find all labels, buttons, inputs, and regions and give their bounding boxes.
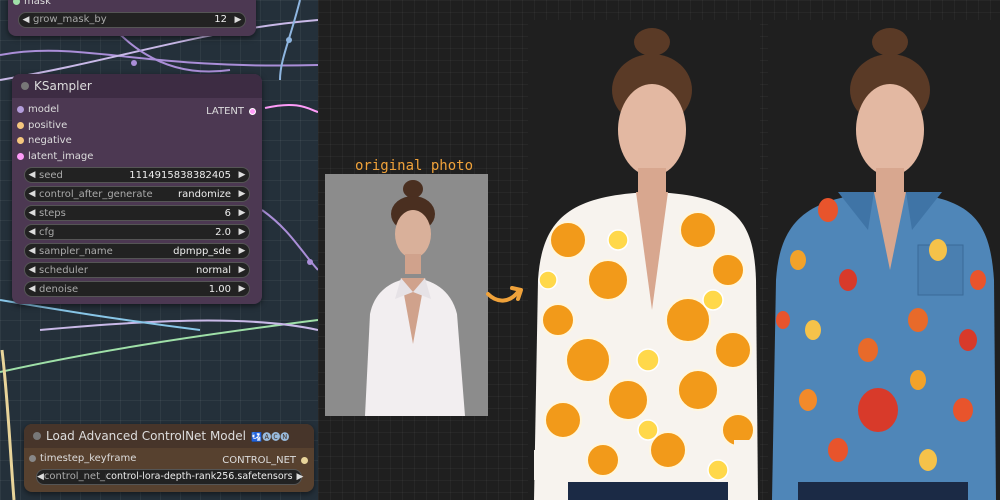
increment-arrow-icon[interactable]: ▶ bbox=[235, 170, 249, 180]
model-socket[interactable] bbox=[17, 106, 24, 113]
decrement-arrow-icon[interactable]: ◀ bbox=[25, 227, 39, 237]
input-label: timestep_keyframe bbox=[40, 453, 137, 465]
increment-arrow-icon[interactable]: ▶ bbox=[235, 265, 249, 275]
arrow-right-icon bbox=[486, 286, 523, 303]
negative-socket[interactable] bbox=[17, 137, 24, 144]
widget-control-after-generate[interactable]: ◀ control_after_generate randomize ▶ bbox=[24, 186, 250, 202]
increment-arrow-icon[interactable]: ▶ bbox=[235, 189, 249, 199]
widget-label: control_after_generate bbox=[39, 188, 153, 200]
node-badge: 🛂🅐🅒🅝 bbox=[250, 432, 290, 443]
original-photo-label: original photo bbox=[355, 158, 474, 174]
input-label: negative bbox=[28, 135, 72, 147]
increment-arrow-icon[interactable]: ▶ bbox=[235, 227, 249, 237]
decrement-arrow-icon[interactable]: ◀ bbox=[25, 189, 39, 199]
widget-cfg[interactable]: ◀ cfg 2.0 ▶ bbox=[24, 224, 250, 240]
widget-label: sampler_name bbox=[39, 245, 113, 257]
result-photo-balloon-shirt bbox=[768, 20, 1000, 500]
decrement-arrow-icon[interactable]: ◀ bbox=[25, 170, 39, 180]
output-label: CONTROL_NET bbox=[222, 455, 296, 466]
decrement-arrow-icon[interactable]: ◀ bbox=[25, 208, 39, 218]
grow-mask-node[interactable]: mask ◀ grow_mask_by 12 ▶ bbox=[8, 0, 256, 36]
mask-input-row: mask bbox=[8, 0, 256, 10]
node-graph-canvas[interactable]: mask ◀ grow_mask_by 12 ▶ KSampler model … bbox=[0, 0, 318, 500]
original-photo bbox=[325, 174, 488, 416]
widget-value: control-lora-depth-rank256.safetensors bbox=[105, 471, 293, 482]
input-latent-image: latent_image bbox=[12, 149, 262, 165]
widget-label: denoise bbox=[39, 283, 79, 295]
timestep-socket[interactable] bbox=[29, 455, 36, 462]
widget-label: cfg bbox=[39, 226, 55, 238]
node-title-bar[interactable]: KSampler bbox=[12, 74, 262, 98]
latent-output-socket[interactable] bbox=[249, 108, 256, 115]
widget-control-net-name[interactable]: ◀ control_net_name control-lora-depth-ra… bbox=[36, 468, 304, 485]
node-title-bar[interactable]: Load Advanced ControlNet Model 🛂🅐🅒🅝 bbox=[24, 424, 314, 448]
widget-seed[interactable]: ◀ seed 1114915838382405 ▶ bbox=[24, 167, 250, 183]
mask-socket[interactable] bbox=[13, 0, 20, 5]
positive-socket[interactable] bbox=[17, 121, 24, 129]
widget-label: control_net_name bbox=[43, 471, 106, 482]
widget-value: 2.0 bbox=[215, 226, 231, 238]
output-latent: LATENT bbox=[206, 106, 256, 117]
widget-denoise[interactable]: ◀ denoise 1.00 ▶ bbox=[24, 281, 250, 297]
result-photo-orange-shirt bbox=[528, 20, 760, 500]
widget-value: normal bbox=[195, 264, 231, 276]
widget-scheduler[interactable]: ◀ scheduler normal ▶ bbox=[24, 262, 250, 278]
increment-arrow-icon[interactable]: ▶ bbox=[297, 472, 304, 482]
input-label: positive bbox=[28, 119, 68, 131]
collapse-dot-icon[interactable] bbox=[33, 432, 41, 440]
collapse-dot-icon[interactable] bbox=[21, 82, 29, 90]
input-timestep-keyframe: timestep_keyframe CONTROL_NET bbox=[24, 451, 314, 467]
increment-arrow-icon[interactable]: ▶ bbox=[235, 284, 249, 294]
input-negative: negative bbox=[12, 133, 262, 149]
mask-label: mask bbox=[24, 0, 51, 8]
increment-arrow-icon[interactable]: ▶ bbox=[231, 15, 245, 25]
decrement-arrow-icon[interactable]: ◀ bbox=[25, 284, 39, 294]
decrement-arrow-icon[interactable]: ◀ bbox=[37, 472, 44, 482]
increment-arrow-icon[interactable]: ▶ bbox=[235, 246, 249, 256]
controlnet-loader-node[interactable]: Load Advanced ControlNet Model 🛂🅐🅒🅝 time… bbox=[24, 424, 314, 492]
widget-steps[interactable]: ◀ steps 6 ▶ bbox=[24, 205, 250, 221]
input-label: latent_image bbox=[28, 150, 94, 162]
ksampler-node[interactable]: KSampler model LATENT positive negative … bbox=[12, 74, 262, 304]
grow-mask-widget[interactable]: ◀ grow_mask_by 12 ▶ bbox=[18, 11, 246, 28]
input-model: model LATENT bbox=[12, 102, 262, 118]
node-title: KSampler bbox=[34, 79, 92, 93]
decrement-arrow-icon[interactable]: ◀ bbox=[25, 265, 39, 275]
widget-sampler-name[interactable]: ◀ sampler_name dpmpp_sde ▶ bbox=[24, 243, 250, 259]
widget-label: steps bbox=[39, 207, 66, 219]
decrement-arrow-icon[interactable]: ◀ bbox=[19, 15, 33, 25]
input-positive: positive bbox=[12, 118, 262, 134]
widget-label: grow_mask_by bbox=[33, 14, 107, 25]
output-control-net: CONTROL_NET bbox=[222, 455, 308, 466]
widget-value: 12 bbox=[214, 14, 227, 25]
output-label: LATENT bbox=[206, 106, 244, 117]
widget-value: 6 bbox=[224, 207, 231, 219]
decrement-arrow-icon[interactable]: ◀ bbox=[25, 246, 39, 256]
widget-label: seed bbox=[39, 169, 63, 181]
widget-value: 1114915838382405 bbox=[129, 169, 231, 181]
widget-value: dpmpp_sde bbox=[173, 245, 231, 257]
widget-value: 1.00 bbox=[208, 283, 231, 295]
widget-value: randomize bbox=[178, 188, 231, 200]
increment-arrow-icon[interactable]: ▶ bbox=[235, 208, 249, 218]
widget-label: scheduler bbox=[39, 264, 88, 276]
input-label: model bbox=[28, 104, 60, 116]
latent-socket[interactable] bbox=[17, 152, 24, 160]
control-net-output-socket[interactable] bbox=[301, 457, 308, 464]
node-title: Load Advanced ControlNet Model bbox=[46, 429, 246, 443]
